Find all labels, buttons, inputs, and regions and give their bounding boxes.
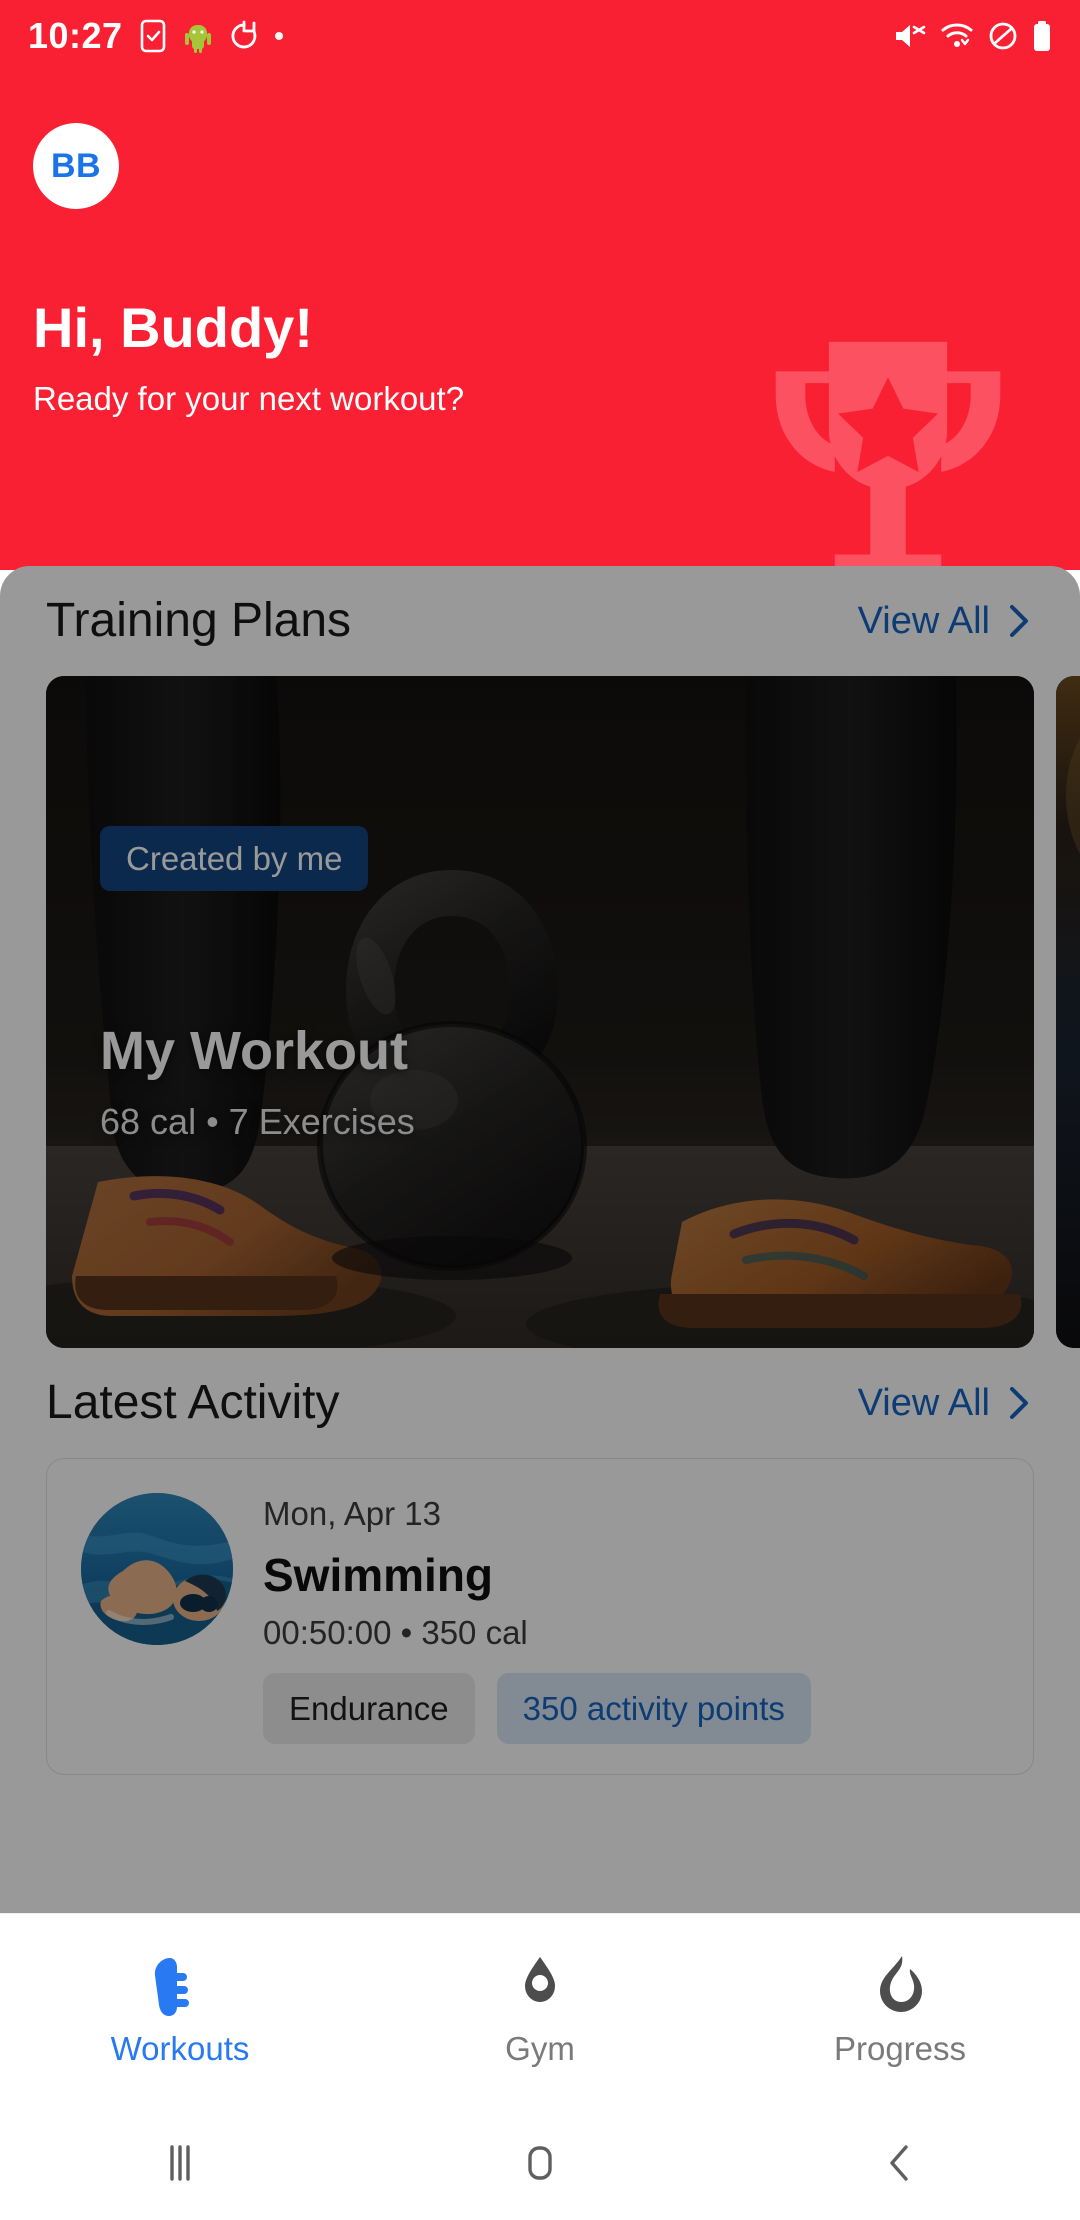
running-shoe-icon <box>154 1958 189 2016</box>
android-mascot-icon <box>184 25 211 53</box>
latest-activity-title: Latest Activity <box>46 1376 340 1429</box>
activity-date: Mon, Apr 13 <box>263 1495 441 1532</box>
view-all-label: View All <box>857 1382 990 1424</box>
bottom-navigation: Workouts Gym Progress <box>0 1913 1080 2105</box>
nav-label-progress: Progress <box>833 2030 967 2067</box>
training-plans-view-all-button[interactable]: View All <box>858 601 1034 641</box>
nav-item-gym[interactable]: Gym <box>360 1954 720 2065</box>
training-plans-carousel[interactable]: Created by me My Workout 68 cal • 7 Exer… <box>0 676 1080 1348</box>
nav-label-workouts: Workouts <box>110 2030 250 2067</box>
activity-tags: Endurance 350 activity points <box>263 1673 999 1744</box>
activity-list-item[interactable]: Mon, Apr 13 Swimming 00:50:00 • 350 cal … <box>46 1458 1034 1775</box>
dot-indicator <box>274 32 283 40</box>
flame-icon <box>880 1956 922 2012</box>
status-time: 10:27 <box>28 15 123 56</box>
status-bar: 10:27 <box>0 0 1080 72</box>
dnd-icon <box>989 22 1017 50</box>
activity-thumbnail <box>81 1493 233 1645</box>
activity-details: Mon, Apr 13 Swimming 00:50:00 • 350 cal … <box>263 1493 999 1744</box>
activity-name: Swimming <box>263 1549 494 1601</box>
recents-icon <box>170 2144 190 2181</box>
activity-tag-type: Endurance <box>263 1673 475 1744</box>
kettlebell-photo <box>46 676 1034 1348</box>
chevron-right-icon <box>1010 605 1028 637</box>
content-sheet: Training Plans View All Created by me My… <box>0 566 1080 1913</box>
battery-icon <box>1034 21 1050 51</box>
system-navigation-bar <box>0 2105 1080 2220</box>
app-header: 10:27 BB Hi, Buddy! Ready for your next … <box>0 0 1080 570</box>
location-pin-icon <box>525 1957 555 2002</box>
wifi-icon <box>941 23 973 47</box>
timer-reset-icon <box>231 20 256 49</box>
status-bar-left: 10:27 <box>28 18 283 54</box>
status-bar-right <box>892 20 1052 52</box>
training-plans-header: Training Plans View All <box>0 566 1080 676</box>
greeting-subtitle: Ready for your next workout? <box>33 380 465 417</box>
back-icon <box>890 2144 908 2181</box>
nav-item-progress[interactable]: Progress <box>720 1954 1080 2065</box>
gym-photo <box>1056 676 1080 1348</box>
app-screen: 10:27 BB Hi, Buddy! Ready for your next … <box>0 0 1080 2220</box>
trophy-icon <box>775 341 1001 570</box>
activity-tag-points: 350 activity points <box>496 1673 811 1744</box>
greeting-title: Hi, Buddy! <box>33 296 313 359</box>
task-check-icon <box>140 19 165 53</box>
home-button[interactable] <box>360 2139 720 2187</box>
plan-badge: Created by me <box>100 826 369 891</box>
home-icon <box>528 2145 552 2180</box>
nav-label-gym: Gym <box>505 2030 575 2067</box>
avatar[interactable]: BB <box>33 123 119 209</box>
nav-item-workouts[interactable]: Workouts <box>0 1954 360 2065</box>
training-plans-title: Training Plans <box>46 594 352 647</box>
content-sheet-inner: Training Plans View All Created by me My… <box>0 566 1080 1775</box>
recents-button[interactable] <box>0 2139 360 2187</box>
avatar-initials: BB <box>50 146 102 185</box>
activity-meta: 00:50:00 • 350 cal <box>263 1614 528 1651</box>
latest-activity-header: Latest Activity View All <box>0 1348 1080 1458</box>
view-all-label: View All <box>857 600 990 642</box>
back-button[interactable] <box>720 2139 1080 2187</box>
mute-icon <box>896 25 926 47</box>
chevron-right-icon <box>1010 1387 1028 1419</box>
plan-title: My Workout <box>100 1021 408 1081</box>
plan-meta: 68 cal • 7 Exercises <box>100 1101 415 1142</box>
swimmer-photo <box>81 1493 233 1645</box>
training-plan-card-next[interactable] <box>1056 676 1080 1348</box>
latest-activity-view-all-button[interactable]: View All <box>858 1383 1034 1423</box>
training-plan-card[interactable]: Created by me My Workout 68 cal • 7 Exer… <box>46 676 1034 1348</box>
